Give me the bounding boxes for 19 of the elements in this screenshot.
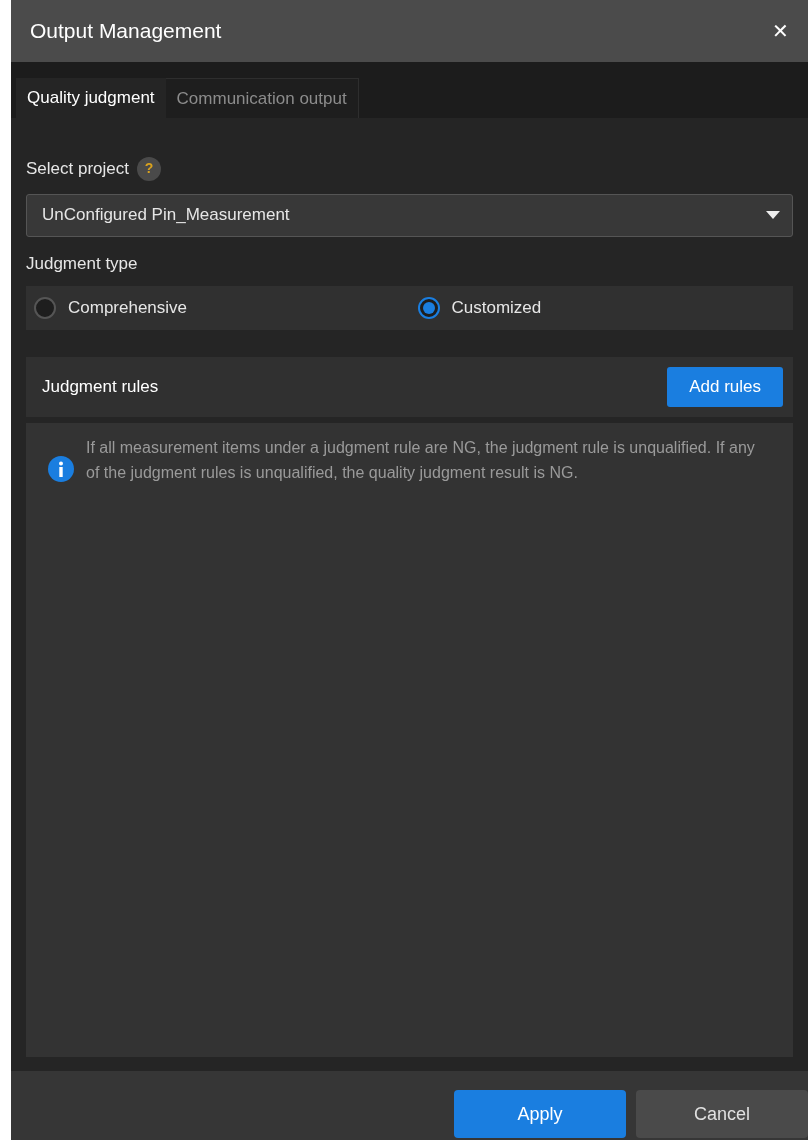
radio-label: Customized xyxy=(451,297,542,320)
project-dropdown[interactable]: UnConfigured Pin_Measurement xyxy=(26,193,793,237)
field-label: Judgment type xyxy=(26,252,139,275)
section-title: Judgment rules xyxy=(42,376,159,399)
add-rules-button[interactable]: Add rules xyxy=(667,367,783,407)
radio-button[interactable] xyxy=(34,297,56,319)
field-label: Select project xyxy=(26,158,129,180)
apply-button[interactable]: Apply xyxy=(454,1090,626,1138)
info-icon xyxy=(48,456,74,482)
info-text: If all measurement items under a judgment rule are NG, the judgment rule is unqualified. If any of the judgment rules is unqualified, the quality judgment result is NG. xyxy=(86,438,756,483)
window-title: Output Management xyxy=(30,18,222,45)
cancel-button[interactable]: Cancel xyxy=(636,1090,808,1138)
tab[interactable]: Quality judgment xyxy=(16,78,166,118)
tab[interactable]: Communication output xyxy=(165,78,359,118)
radio-label: Comprehensive xyxy=(68,297,188,320)
radio-button[interactable] xyxy=(417,297,440,319)
caret-icon xyxy=(766,211,780,219)
close-button[interactable]: ✕ xyxy=(772,21,789,41)
help-icon[interactable]: ? xyxy=(137,156,161,181)
